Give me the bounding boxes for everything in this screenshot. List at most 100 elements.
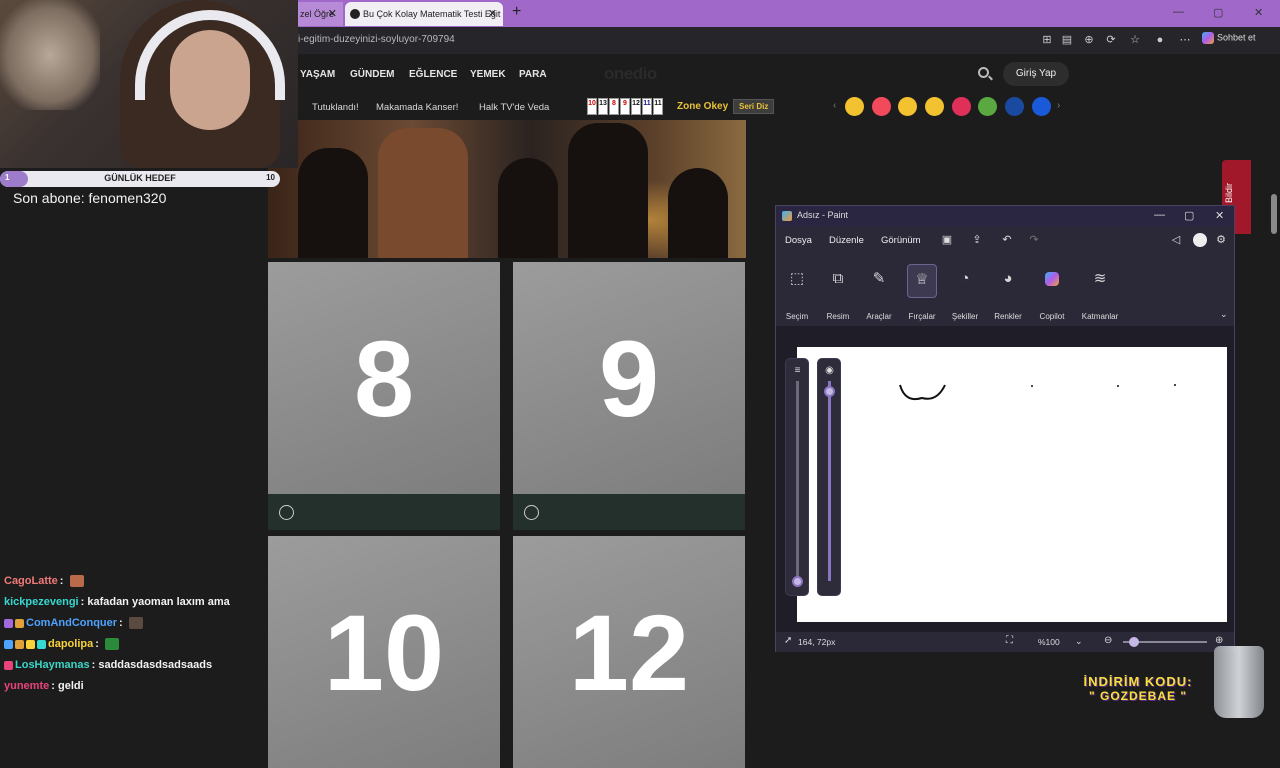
paint-titlebar[interactable]: Adsız - Paint — ▢ ✕ [776,206,1234,226]
browser-tab-active[interactable]: Bu Çok Kolay Matematik Testi Eğit ✕ [345,2,503,26]
chat-badge-icon [4,660,13,670]
close-window-icon[interactable]: ✕ [1215,209,1224,222]
okey-tile: 9 [620,98,630,115]
share-icon[interactable]: ⇪ [970,233,984,247]
app-install-icon[interactable]: ⊞ [1040,33,1054,47]
answer-footer [513,494,745,530]
reaction-emoji-icon[interactable] [898,97,917,116]
reaction-emoji-icon[interactable] [978,97,997,116]
reaction-emoji-icon[interactable] [952,97,971,116]
reaction-emoji-icon[interactable] [925,97,944,116]
chat-message: kickpezevengi: kafadan yaoman laxım ama [4,596,266,617]
nav-para[interactable]: PARA [519,69,547,80]
zone-okey-label[interactable]: Zone Okey [677,101,728,112]
scrollbar-thumb[interactable] [1271,194,1277,234]
chat-username: yunemte [4,680,50,692]
figure-silhouette [568,123,648,258]
zoom-out-icon[interactable]: ⊖ [1104,635,1112,646]
slider-track [828,381,831,581]
extension-icon[interactable]: ⟳ [1104,33,1118,47]
login-button[interactable]: Giriş Yap [1003,62,1069,86]
more-icon[interactable]: ⋯ [1178,33,1192,47]
feedback-icon[interactable]: ◁ [1169,233,1183,247]
answer-option[interactable]: 12 [513,536,745,768]
fit-screen-icon[interactable]: ⛶ [1006,635,1013,646]
opacity-slider[interactable]: ◉ [817,358,841,596]
account-avatar-icon[interactable] [1193,233,1207,247]
okey-tile: 12 [631,98,641,115]
minimize-icon[interactable]: — [1173,6,1184,18]
close-tab-icon[interactable]: ✕ [488,2,497,26]
nav-gundem[interactable]: GÜNDEM [350,69,394,80]
nav-yemek[interactable]: YEMEK [470,69,506,80]
slider-thumb[interactable] [792,576,803,587]
canvas-drawing [899,384,1176,401]
brush-size-slider[interactable]: ≡ [785,358,809,596]
reader-icon[interactable]: ▤ [1060,33,1074,47]
daily-goal-bar: GÜNLÜK HEDEF 1 10 [0,171,280,187]
chat-message: CagoLatte: [4,575,266,596]
figure-silhouette [298,148,368,258]
chevron-right-icon[interactable]: › [1057,100,1060,111]
copilot-chat-button[interactable]: Sohbet et [1202,32,1256,44]
favorites-icon[interactable]: ☆ [1128,33,1142,47]
radio-button[interactable] [279,505,294,520]
zoom-slider-thumb[interactable] [1129,637,1139,647]
answer-number: 12 [513,536,745,768]
ticker-item[interactable]: Halk TV'de Veda [479,102,549,113]
reaction-emoji-icon[interactable] [1032,97,1051,116]
undo-icon[interactable]: ↶ [1000,233,1014,247]
okey-tile: 11 [653,98,663,115]
maximize-icon[interactable]: ▢ [1213,6,1223,19]
search-icon[interactable] [978,67,989,78]
radio-button[interactable] [524,505,539,520]
ribbon-renkler[interactable]: ◕ Renkler [983,264,1033,321]
reaction-emoji-icon[interactable] [872,97,891,116]
chat-separator: : [95,638,102,650]
answer-option[interactable]: 9 [513,262,745,530]
browser-tab[interactable]: zel Öğre ✕ [298,2,343,26]
page-scrollbar[interactable] [1268,54,1280,720]
answer-option[interactable]: 8 [268,262,500,530]
ribbon-katmanlar[interactable]: ≋ Katmanlar [1075,264,1125,321]
menu-dosya[interactable]: Dosya [785,235,812,246]
redo-icon[interactable]: ↷ [1027,233,1041,247]
ribbon-expand-chevron-icon[interactable]: ⌄ [1220,309,1228,320]
reaction-emoji-icon[interactable] [1005,97,1024,116]
zoom-icon[interactable]: ⊕ [1082,33,1096,47]
close-tab-icon[interactable]: ✕ [328,2,337,26]
answer-number: 8 [268,262,500,494]
zoom-level[interactable]: %100 [1038,637,1060,647]
slider-thumb[interactable] [824,386,835,397]
ticker-item[interactable]: Tutuklandı! [312,102,359,113]
new-tab-button[interactable]: + [512,3,521,21]
chat-badge-icon [37,639,46,649]
minimize-icon[interactable]: — [1154,209,1165,221]
close-window-icon[interactable]: ✕ [1254,6,1263,19]
webcam-feed [0,0,298,168]
site-logo[interactable]: onedio [604,64,657,84]
settings-gear-icon[interactable]: ⚙ [1214,233,1228,247]
chevron-left-icon[interactable]: ‹ [833,100,836,111]
ribbon-label: Copilot [1039,312,1065,321]
drawing-canvas[interactable] [797,347,1227,622]
seri-diz-button[interactable]: Seri Diz [733,99,775,114]
okey-tile: 11 [642,98,652,115]
profile-avatar-icon[interactable]: ● [1153,33,1167,47]
chat-text: geldi [57,680,84,692]
maximize-icon[interactable]: ▢ [1184,209,1194,222]
reaction-emoji-icon[interactable] [845,97,864,116]
answer-option[interactable]: 10 [268,536,500,768]
nav-yasam[interactable]: YAŞAM [300,69,335,80]
zoom-dropdown-chevron-icon[interactable]: ⌄ [1075,636,1083,647]
nav-eglence[interactable]: EĞLENCE [409,69,457,80]
url-field[interactable]: i-egitim-duzeyinizi-soyluyor-709794 [298,34,455,45]
save-icon[interactable]: ▣ [940,233,954,247]
menu-duzenle[interactable]: Düzenle [829,235,864,246]
chat-separator: : [119,617,126,629]
zoom-in-icon[interactable]: ⊕ [1215,635,1223,646]
menu-gorunum[interactable]: Görünüm [881,235,921,246]
ticker-item[interactable]: Makamada Kanser! [376,102,458,113]
ribbon-copilot[interactable]: Copilot [1027,264,1077,321]
browser-tab-bar: zel Öğre ✕ Bu Çok Kolay Matematik Testi … [298,0,1280,27]
